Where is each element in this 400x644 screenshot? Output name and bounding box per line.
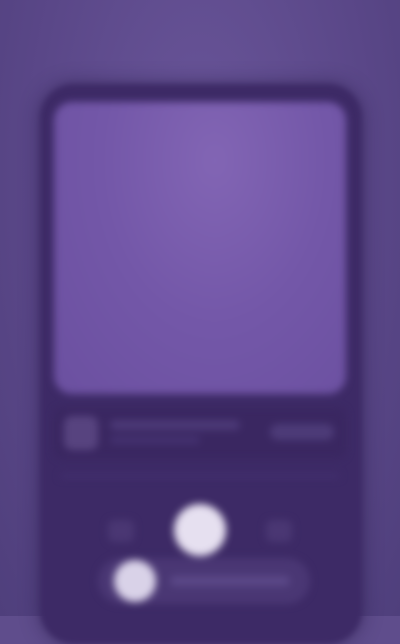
player-screen xyxy=(54,102,346,616)
track-actions[interactable] xyxy=(270,424,334,440)
skip-back-icon[interactable] xyxy=(108,520,134,542)
bottom-bar-label xyxy=(170,576,290,586)
track-thumbnail xyxy=(64,416,98,450)
skip-forward-icon[interactable] xyxy=(266,520,292,542)
album-artwork xyxy=(54,102,346,394)
playback-controls xyxy=(54,498,346,562)
track-artist xyxy=(110,436,200,444)
track-title xyxy=(110,420,240,430)
now-playing-row[interactable] xyxy=(54,408,346,458)
bottom-player-bar[interactable] xyxy=(98,558,310,604)
play-icon[interactable] xyxy=(174,504,226,556)
avatar[interactable] xyxy=(114,560,156,602)
playback-progress-bar[interactable] xyxy=(60,474,340,478)
